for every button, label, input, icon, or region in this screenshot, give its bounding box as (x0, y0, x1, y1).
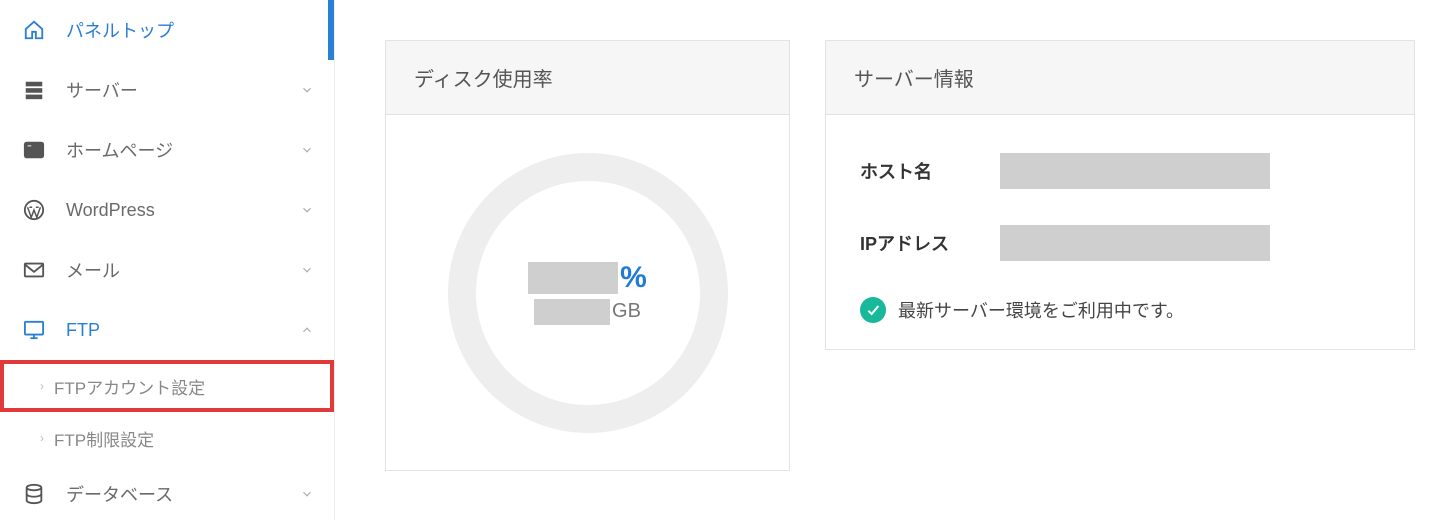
percent-sign: % (620, 261, 647, 295)
redacted-host-value (1000, 153, 1270, 189)
disk-usage-card: ディスク使用率 % GB (385, 40, 790, 471)
sidebar: パネルトップ サーバー ホームページ WordPress (0, 0, 335, 520)
sidebar-item-mail[interactable]: メール (0, 240, 334, 300)
card-title: ディスク使用率 (386, 41, 789, 115)
sidebar-item-label: パネルトップ (66, 17, 314, 43)
chevron-down-icon (300, 487, 314, 501)
sidebar-subitem-ftp-limit[interactable]: › FTP制限設定 (0, 412, 334, 464)
info-row-host: ホスト名 (860, 153, 1380, 189)
mail-icon (20, 258, 48, 282)
sidebar-item-label: FTP (66, 320, 300, 341)
sidebar-subitem-label: FTPアカウント設定 (54, 374, 205, 399)
sidebar-item-label: サーバー (66, 77, 300, 103)
sidebar-item-label: ホームページ (66, 137, 300, 163)
sidebar-item-ftp[interactable]: FTP (0, 300, 334, 360)
check-circle-icon (860, 297, 886, 323)
redacted-ip-value (1000, 225, 1270, 261)
info-row-ip: IPアドレス (860, 225, 1380, 261)
chevron-down-icon (300, 143, 314, 157)
disk-percent: % (528, 261, 647, 295)
sidebar-item-wordpress[interactable]: WordPress (0, 180, 334, 240)
chevron-down-icon (300, 263, 314, 277)
disk-ring: % GB (448, 153, 728, 433)
sidebar-item-homepage[interactable]: ホームページ (0, 120, 334, 180)
wordpress-icon (20, 198, 48, 222)
disk-gb: GB (534, 299, 641, 325)
chevron-down-icon (300, 203, 314, 217)
gb-unit: GB (612, 300, 641, 323)
sidebar-subitem-ftp-account[interactable]: › FTPアカウント設定 (0, 360, 334, 412)
sidebar-item-label: メール (66, 257, 300, 283)
card-title: サーバー情報 (826, 41, 1414, 115)
browser-icon (20, 138, 48, 162)
chevron-down-icon (300, 83, 314, 97)
sidebar-item-panel-top[interactable]: パネルトップ (0, 0, 334, 60)
server-status: 最新サーバー環境をご利用中です。 (860, 297, 1380, 323)
sidebar-item-label: データベース (66, 481, 300, 507)
host-label: ホスト名 (860, 158, 1000, 184)
monitor-icon (20, 318, 48, 342)
chevron-right-icon: › (40, 379, 44, 393)
disk-body: % GB (386, 115, 789, 470)
sidebar-item-database[interactable]: データベース (0, 464, 334, 524)
sidebar-subitem-label: FTP制限設定 (54, 426, 154, 451)
server-info-card: サーバー情報 ホスト名 IPアドレス 最新サーバー環境をご利用中です。 (825, 40, 1415, 350)
status-text: 最新サーバー環境をご利用中です。 (898, 297, 1184, 323)
chevron-right-icon: › (40, 431, 44, 445)
server-icon (20, 78, 48, 102)
main-content: ディスク使用率 % GB サーバー情報 ホスト名 (335, 0, 1435, 520)
sidebar-item-server[interactable]: サーバー (0, 60, 334, 120)
redacted-gb-value (534, 299, 610, 325)
chevron-up-icon (300, 323, 314, 337)
ip-label: IPアドレス (860, 230, 1000, 256)
sidebar-item-label: WordPress (66, 200, 300, 221)
database-icon (20, 482, 48, 506)
server-body: ホスト名 IPアドレス 最新サーバー環境をご利用中です。 (826, 115, 1414, 349)
home-icon (20, 18, 48, 42)
redacted-percent-value (528, 262, 618, 294)
